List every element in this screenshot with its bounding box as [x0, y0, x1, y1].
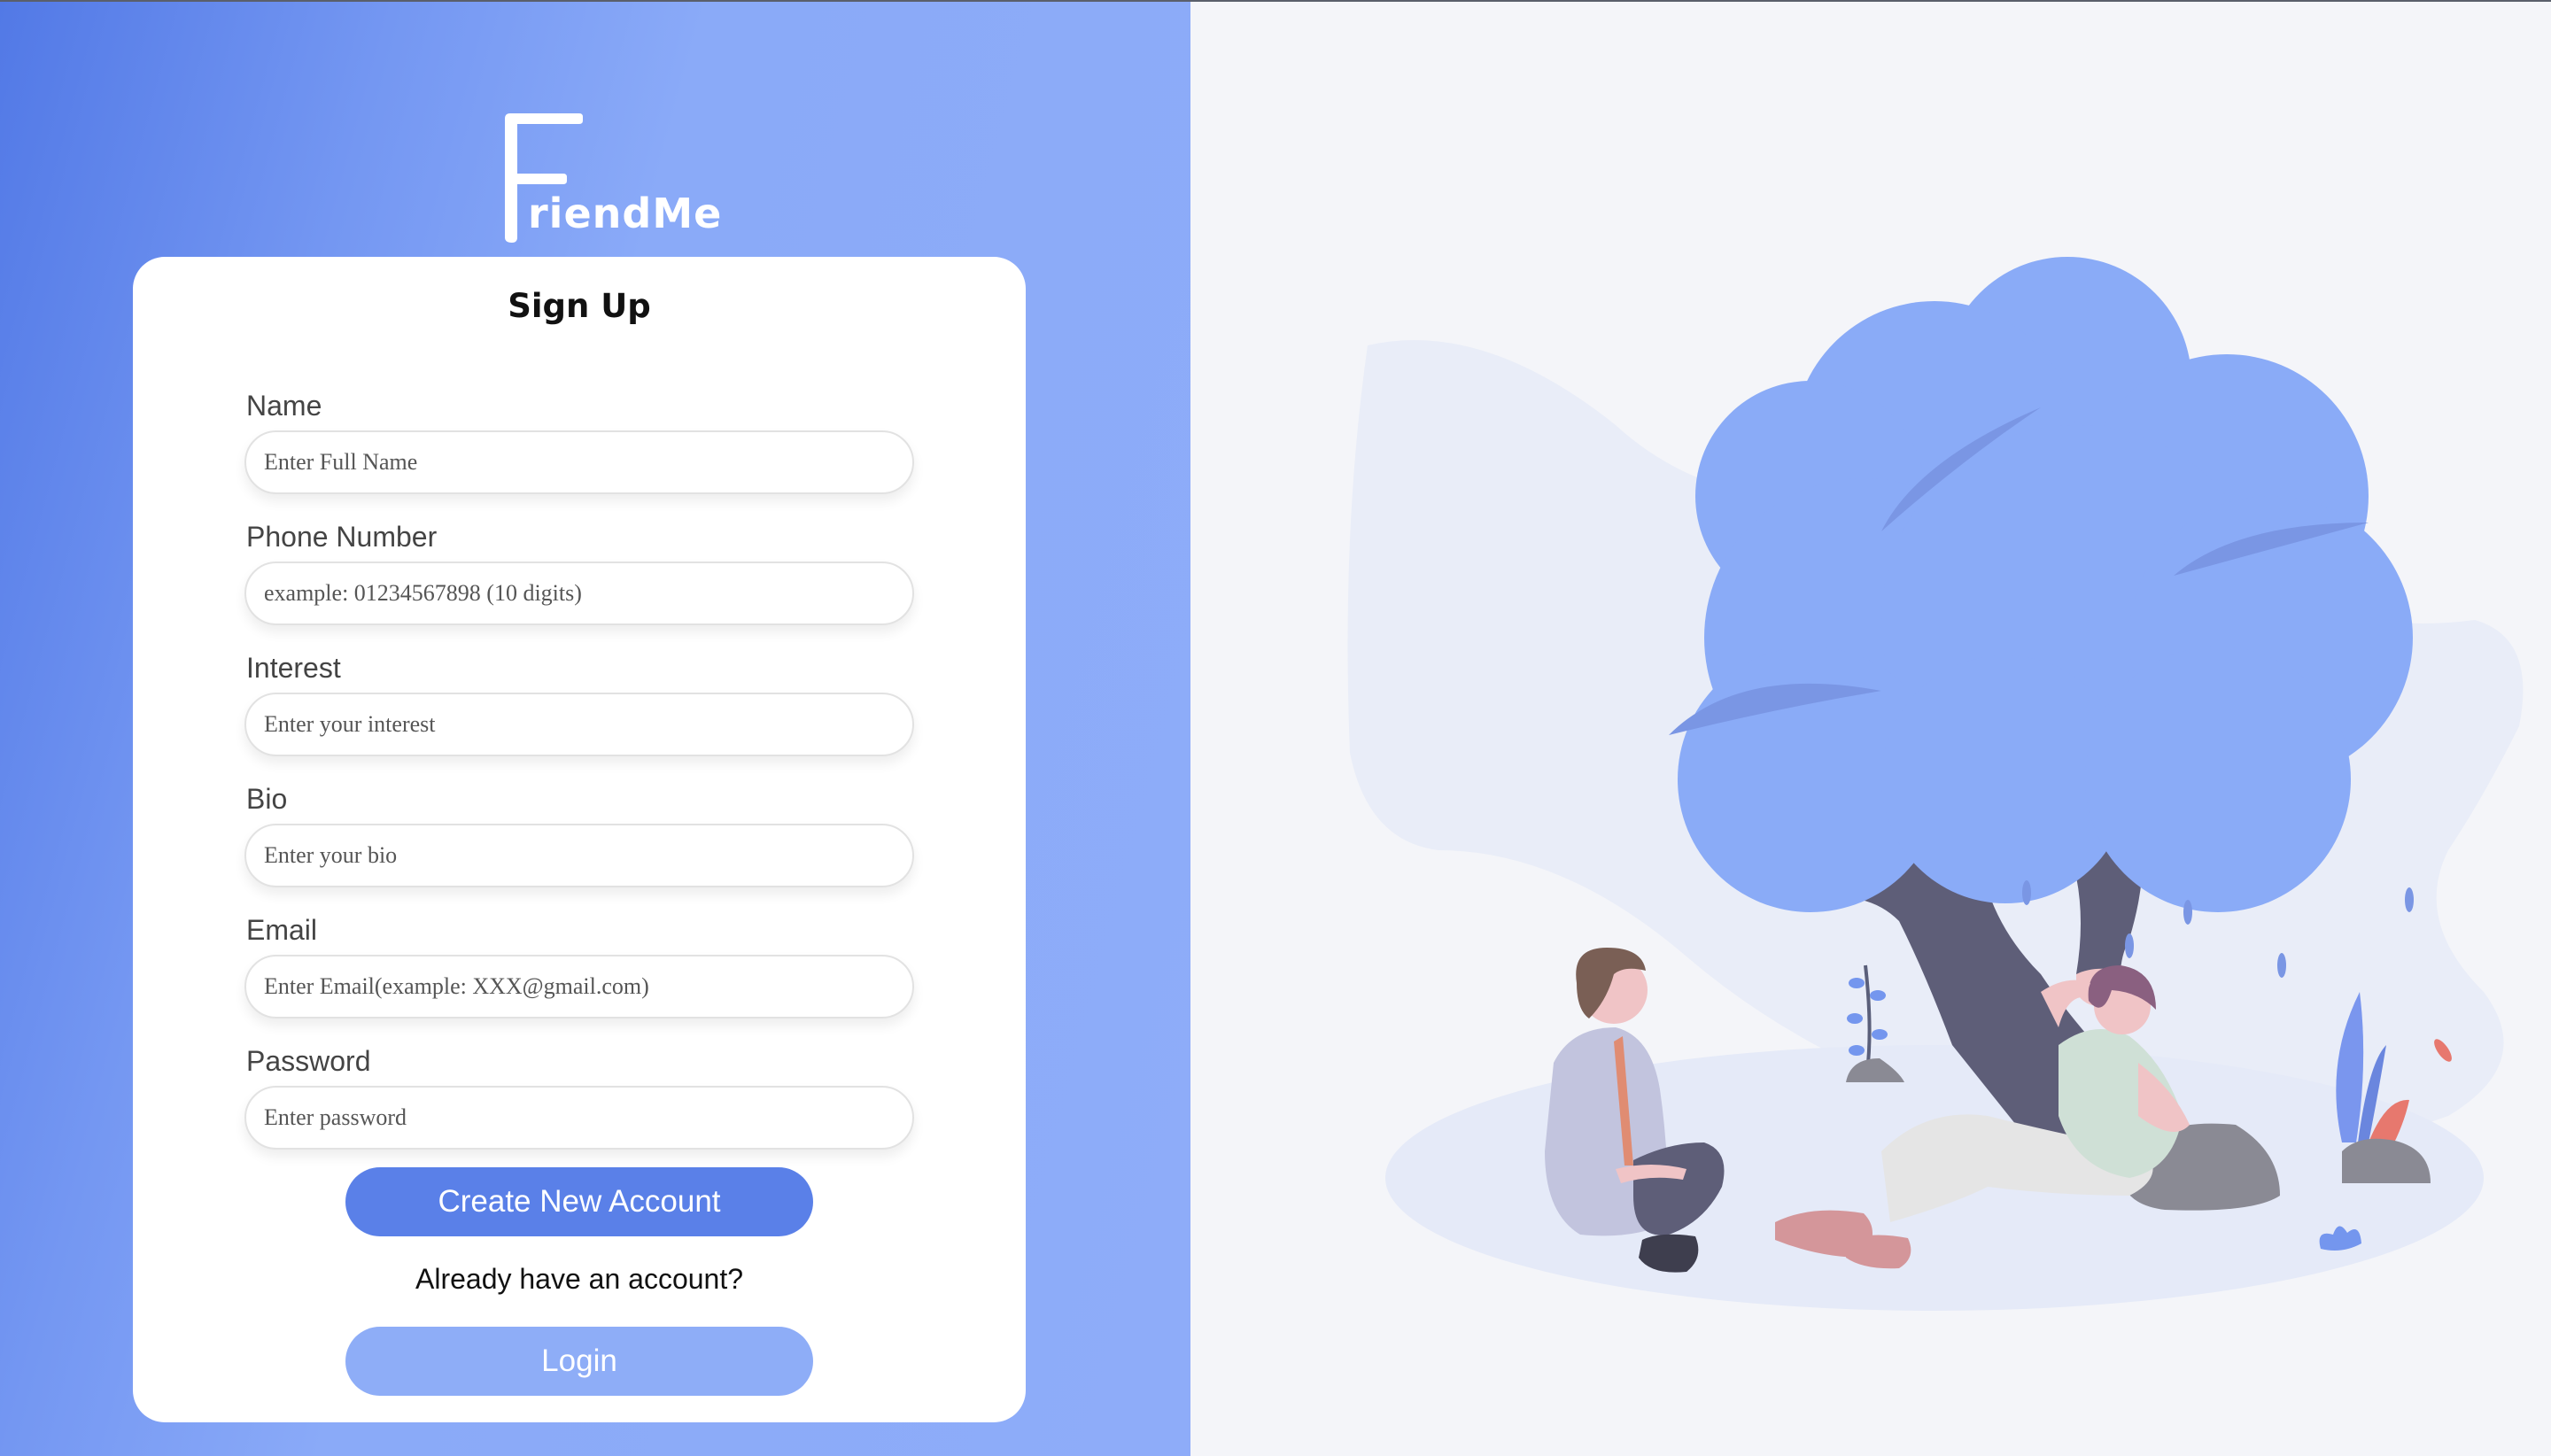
- email-field[interactable]: [244, 955, 914, 1018]
- bio-field[interactable]: [244, 824, 914, 887]
- name-label: Name: [246, 390, 322, 422]
- password-label: Password: [246, 1045, 371, 1077]
- friends-under-tree-illustration: [1190, 0, 2551, 1456]
- already-have-account-text: Already have an account?: [415, 1263, 744, 1295]
- login-button[interactable]: Login: [345, 1327, 813, 1396]
- signup-panel: riendMe Sign Up Name Phone Number Intere…: [0, 2, 1190, 1456]
- email-label: Email: [246, 914, 318, 946]
- logo-wordmark: riendMe: [528, 190, 723, 237]
- illustration-svg: [1347, 257, 2524, 1311]
- bio-label: Bio: [246, 783, 288, 815]
- signup-card: Sign Up Name Phone Number Interest Bio E…: [133, 257, 1026, 1422]
- page-title: Sign Up: [508, 287, 651, 325]
- interest-label: Interest: [246, 652, 341, 684]
- interest-field[interactable]: [244, 693, 914, 756]
- name-field[interactable]: [244, 430, 914, 494]
- create-account-button[interactable]: Create New Account: [345, 1167, 813, 1236]
- app-logo: riendMe: [496, 108, 721, 243]
- tree-canopy: [1678, 257, 2413, 912]
- password-field[interactable]: [244, 1086, 914, 1150]
- phone-field[interactable]: [244, 561, 914, 625]
- phone-label: Phone Number: [246, 521, 438, 553]
